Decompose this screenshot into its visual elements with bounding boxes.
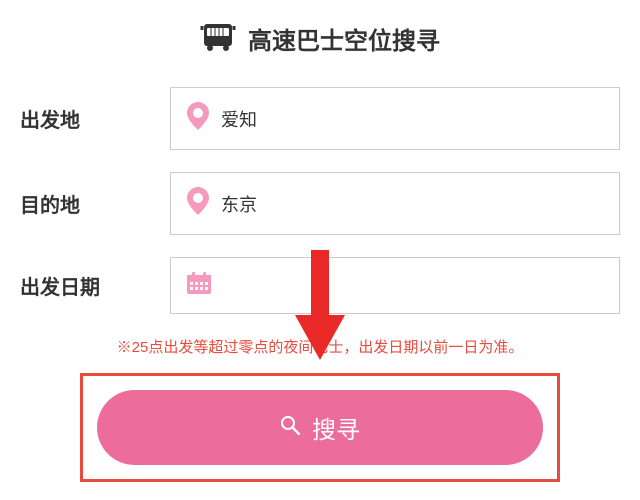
origin-label: 出发地: [20, 104, 150, 133]
search-header: 高速巴士空位搜寻: [20, 20, 620, 57]
destination-value: 东京: [221, 191, 257, 217]
destination-row: 目的地 东京: [20, 172, 620, 235]
arrow-down-icon: [295, 250, 345, 365]
calendar-icon: [187, 272, 211, 299]
bus-icon: [200, 20, 236, 57]
search-icon: [280, 414, 300, 442]
search-button-label: 搜寻: [312, 410, 360, 445]
search-button[interactable]: 搜寻: [97, 390, 543, 465]
origin-row: 出发地 爱知: [20, 87, 620, 150]
destination-input[interactable]: 东京: [170, 172, 620, 235]
origin-input[interactable]: 爱知: [170, 87, 620, 150]
destination-label: 目的地: [20, 189, 150, 218]
origin-value: 爱知: [221, 106, 257, 132]
pin-icon: [187, 187, 209, 220]
page-title: 高速巴士空位搜寻: [248, 21, 440, 56]
date-label: 出发日期: [20, 271, 150, 300]
date-input[interactable]: [170, 257, 620, 314]
pin-icon: [187, 102, 209, 135]
search-highlight-box: 搜寻: [80, 373, 560, 482]
